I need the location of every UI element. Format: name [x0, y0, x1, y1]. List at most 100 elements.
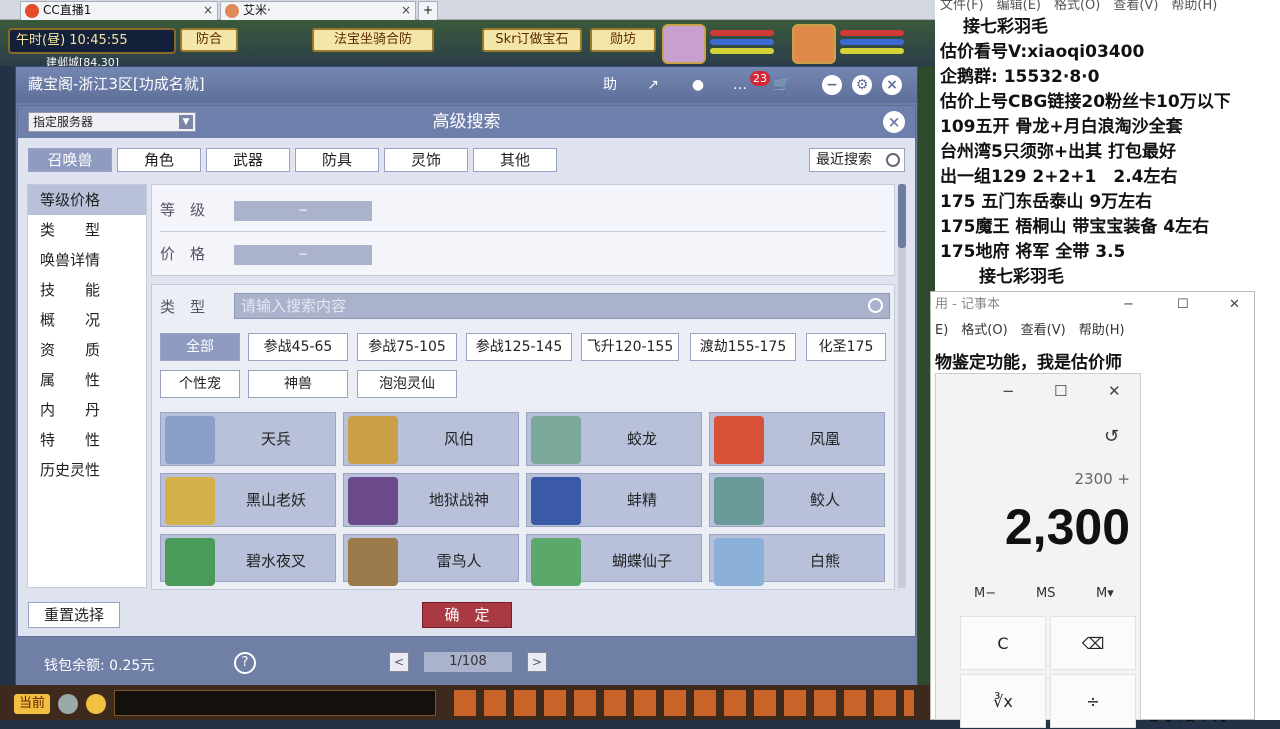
- close-icon[interactable]: ×: [203, 2, 213, 19]
- level-price-filters: 等 级 − 价 格 −: [151, 184, 895, 276]
- confirm-button[interactable]: 确 定: [422, 602, 512, 628]
- memory-minus-button[interactable]: M−: [974, 586, 996, 601]
- cart-icon[interactable]: 🛒: [770, 74, 794, 96]
- pet-card[interactable]: 蝴蝶仙子: [526, 534, 702, 586]
- chat-input[interactable]: [114, 690, 436, 716]
- backspace-button[interactable]: ⌫: [1050, 616, 1136, 670]
- type-chip-3[interactable]: 参战125-145: [466, 333, 572, 361]
- memory-store-button[interactable]: MS: [1036, 586, 1055, 601]
- pet-card[interactable]: 风伯: [343, 412, 519, 466]
- level-range-input[interactable]: −: [234, 201, 372, 221]
- sidebar-item-6[interactable]: 属 性: [28, 365, 146, 395]
- sidebar-item-5[interactable]: 资 质: [28, 335, 146, 365]
- type-chip-row2-2[interactable]: 泡泡灵仙: [357, 370, 457, 398]
- divider: [160, 231, 886, 232]
- type-chip-row2-1[interactable]: 神兽: [248, 370, 348, 398]
- pet-portrait-avatar[interactable]: [792, 24, 836, 64]
- sidebar-item-3[interactable]: 技 能: [28, 275, 146, 305]
- browser-tab-ami[interactable]: 艾米· ×: [220, 1, 416, 20]
- tab-category-3[interactable]: 防具: [295, 148, 379, 172]
- pet-card[interactable]: 黑山老妖: [160, 473, 336, 527]
- emoji-icon[interactable]: [86, 694, 106, 714]
- tab-category-2[interactable]: 武器: [206, 148, 290, 172]
- pet-card[interactable]: 蛟龙: [526, 412, 702, 466]
- prev-page-button[interactable]: <: [389, 652, 409, 672]
- portrait-avatar[interactable]: [662, 24, 706, 64]
- close-icon[interactable]: ×: [882, 75, 902, 95]
- history-icon[interactable]: ↺: [1104, 426, 1119, 447]
- search-input[interactable]: 请输入搜索内容: [234, 293, 890, 319]
- sidebar-item-1[interactable]: 类 型: [28, 215, 146, 245]
- maximize-icon[interactable]: ☐: [1177, 292, 1189, 318]
- maximize-icon[interactable]: ☐: [1054, 382, 1067, 400]
- tab-category-5[interactable]: 其他: [473, 148, 557, 172]
- pet-name: 风伯: [443, 430, 474, 448]
- close-icon[interactable]: ✕: [1229, 292, 1240, 318]
- calculator-window: − ☐ ✕ ↺ 2300 + 2,300 M− MS M▾ C ⌫ ∛x ÷: [935, 373, 1141, 728]
- banner-right-tail[interactable]: 勋坊: [590, 28, 656, 52]
- pet-avatar: [165, 416, 215, 464]
- server-select[interactable]: 指定服务器 ▼: [28, 112, 196, 132]
- type-chip-1[interactable]: 参战45-65: [248, 333, 348, 361]
- next-page-button[interactable]: >: [527, 652, 547, 672]
- price-range-input[interactable]: −: [234, 245, 372, 265]
- calc-expression: 2300 +: [1074, 470, 1130, 488]
- channel-current[interactable]: 当前: [14, 694, 50, 714]
- pet-card[interactable]: 雷鸟人: [343, 534, 519, 586]
- sidebar-item-0[interactable]: 等级价格: [28, 185, 146, 215]
- message-count-badge: 23: [750, 71, 770, 86]
- type-chip-5[interactable]: 渡劫155-175: [690, 333, 796, 361]
- browser-tab-cc[interactable]: CC直播1 ×: [20, 1, 218, 20]
- scroll-thumb[interactable]: [898, 184, 906, 248]
- mic-icon[interactable]: [58, 694, 78, 714]
- sidebar-item-2[interactable]: 唤兽详情: [28, 245, 146, 275]
- pet-card[interactable]: 地狱战神: [343, 473, 519, 527]
- settings-icon[interactable]: ⚙: [852, 75, 872, 95]
- close-icon[interactable]: ✕: [1108, 382, 1121, 400]
- tab-category-1[interactable]: 角色: [117, 148, 201, 172]
- close-icon[interactable]: ×: [883, 111, 905, 133]
- sidebar-item-9[interactable]: 历史灵性: [28, 455, 146, 485]
- clear-button[interactable]: C: [960, 616, 1046, 670]
- chat-icon[interactable]: …: [728, 74, 752, 96]
- share-icon[interactable]: ↗: [641, 74, 665, 96]
- tab-category-0[interactable]: 召唤兽: [28, 148, 112, 172]
- notepad-title: 用 - 记事本: [935, 297, 1000, 312]
- type-chip-0[interactable]: 全部: [160, 333, 240, 361]
- sidebar-item-4[interactable]: 概 况: [28, 305, 146, 335]
- type-chip-row2-0[interactable]: 个性宠: [160, 370, 240, 398]
- type-chip-2[interactable]: 参战75-105: [357, 333, 457, 361]
- memory-menu-button[interactable]: M▾: [1096, 586, 1114, 601]
- type-chip-4[interactable]: 飞升120-155: [581, 333, 679, 361]
- pet-card[interactable]: 鲛人: [709, 473, 885, 527]
- new-tab-button[interactable]: +: [418, 1, 438, 20]
- sidebar-item-8[interactable]: 特 性: [28, 425, 146, 455]
- minimize-icon[interactable]: −: [822, 75, 842, 95]
- pet-card[interactable]: 蚌精: [526, 473, 702, 527]
- pet-card[interactable]: 凤凰: [709, 412, 885, 466]
- banner-right[interactable]: Skr订做宝石: [482, 28, 582, 52]
- pet-name: 黑山老妖: [245, 491, 306, 509]
- notes-line: 台州湾5只须弥+出其 打包最好: [940, 142, 1176, 162]
- notepad-menu[interactable]: E) 格式(O) 查看(V) 帮助(H): [931, 320, 1254, 342]
- recent-search-button[interactable]: 最近搜索: [809, 148, 905, 172]
- help-icon[interactable]: ?: [234, 652, 256, 674]
- sidebar-item-7[interactable]: 内 丹: [28, 395, 146, 425]
- minimize-icon[interactable]: −: [1123, 292, 1134, 318]
- help-icon[interactable]: 助: [598, 74, 622, 96]
- page-indicator: 1/108: [424, 652, 512, 672]
- search-icon[interactable]: [868, 298, 883, 313]
- shortcut-icons[interactable]: [454, 690, 914, 716]
- record-icon[interactable]: ●: [686, 74, 710, 96]
- pet-card[interactable]: 碧水夜叉: [160, 534, 336, 586]
- scrollbar[interactable]: [898, 184, 906, 588]
- minimize-icon[interactable]: −: [1002, 382, 1015, 400]
- tab-category-4[interactable]: 灵饰: [384, 148, 468, 172]
- pet-card[interactable]: 天兵: [160, 412, 336, 466]
- reset-button[interactable]: 重置选择: [28, 602, 120, 628]
- close-icon[interactable]: ×: [401, 2, 411, 19]
- pet-card[interactable]: 白熊: [709, 534, 885, 586]
- type-chip-6[interactable]: 化圣175: [806, 333, 886, 361]
- banner-mid[interactable]: 法宝坐骑合防: [312, 28, 434, 52]
- banner-left[interactable]: 防合: [180, 28, 238, 52]
